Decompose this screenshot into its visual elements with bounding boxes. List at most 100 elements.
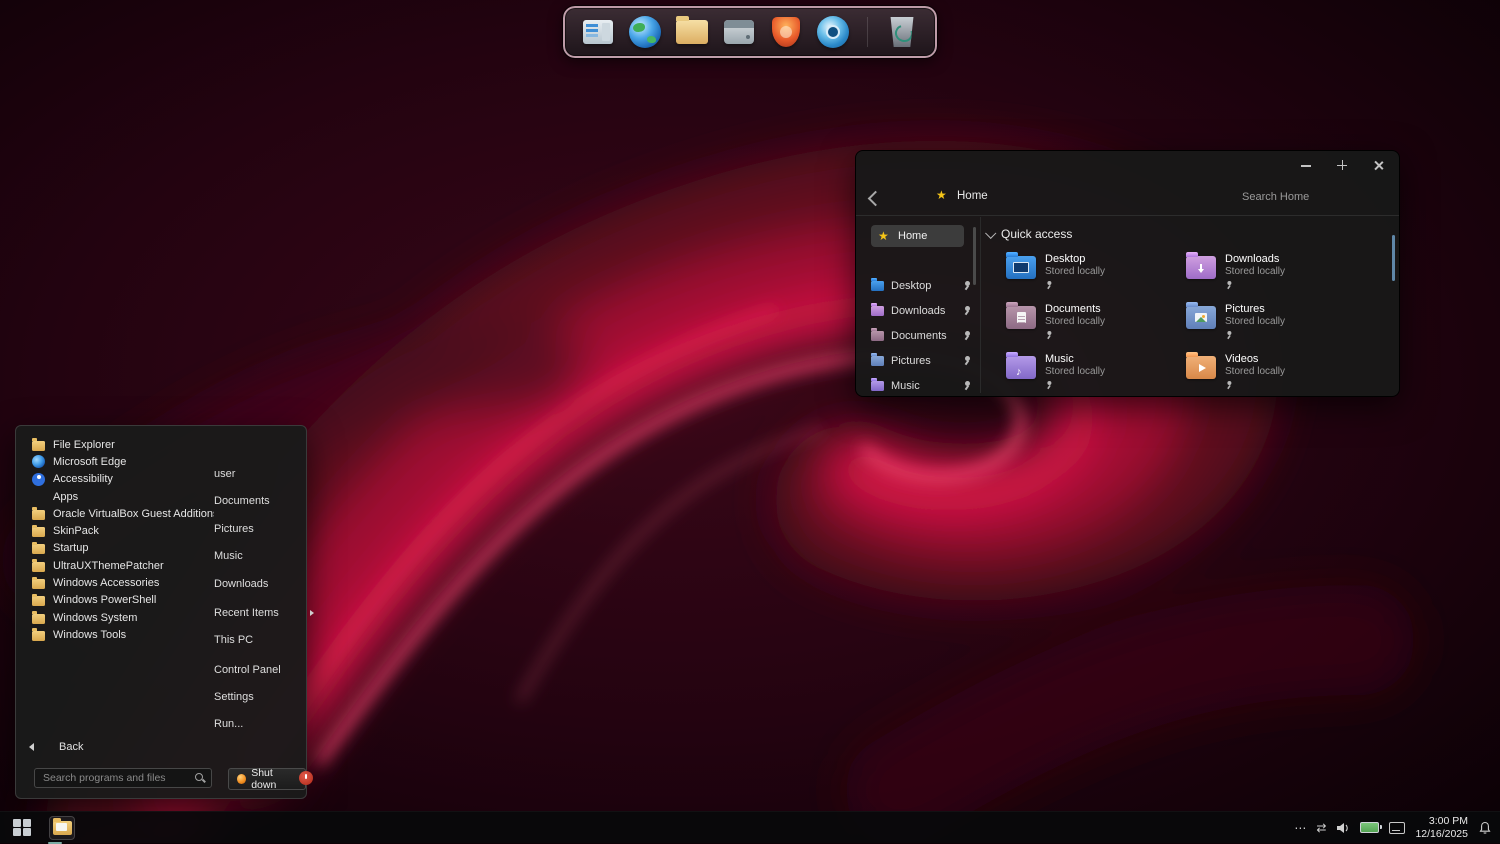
start-menu-item-windows-powershell[interactable]: Windows PowerShell — [32, 592, 214, 609]
content-scrollbar[interactable] — [1392, 235, 1395, 281]
address-location[interactable]: Home — [936, 189, 988, 202]
battery-icon[interactable] — [1360, 822, 1379, 833]
start-menu-item-windows-accessories[interactable]: Windows Accessories — [32, 574, 214, 591]
minimize-button[interactable] — [1299, 158, 1313, 172]
start-menu-item-windows-system[interactable]: Windows System — [32, 609, 214, 626]
start-menu-item-label: Windows Accessories — [53, 577, 159, 589]
quick-access-item-pictures[interactable]: Pictures Stored locally — [1186, 303, 1351, 346]
quick-access-item-music[interactable]: Music Stored locally — [1006, 353, 1171, 396]
sidebar-item-documents[interactable]: Documents — [871, 323, 971, 348]
sidebar-item-downloads[interactable]: Downloads — [871, 298, 971, 323]
quick-access-item-documents[interactable]: Documents Stored locally — [1006, 303, 1171, 346]
settings-icon — [817, 16, 849, 48]
item-subtitle: Stored locally — [1225, 316, 1285, 328]
sidebar-item-label: Documents — [891, 330, 947, 342]
close-button[interactable] — [1371, 158, 1385, 172]
start-menu-item-ultrauxthemepatcher[interactable]: UltraUXThemePatcher — [32, 557, 214, 574]
start-menu-item-recent-items[interactable]: Recent Items — [214, 605, 300, 621]
item-subtitle: Stored locally — [1045, 316, 1105, 328]
dock-security-icon[interactable] — [769, 14, 803, 50]
start-menu-item-user[interactable]: user — [214, 466, 300, 482]
sidebar-item-pictures[interactable]: Pictures — [871, 348, 971, 373]
search-box[interactable]: Search Home — [1242, 191, 1309, 203]
start-menu-back-button[interactable]: Back — [29, 741, 83, 753]
shutdown-label: Shut down — [251, 767, 297, 791]
taskbar-clock[interactable]: 3:00 PM 12/16/2025 — [1415, 815, 1468, 840]
quick-access-item-videos[interactable]: Videos Stored locally — [1186, 353, 1351, 396]
start-menu-item-skinpack[interactable]: SkinPack — [32, 522, 214, 539]
folder-icon — [53, 821, 72, 835]
start-menu-item-file-explorer[interactable]: File Explorer — [32, 436, 214, 453]
start-menu-item-settings[interactable]: Settings — [214, 689, 300, 705]
sidebar-item-music[interactable]: Music — [871, 373, 971, 398]
tray-network-icon[interactable]: ⇄ — [1316, 822, 1326, 834]
pin-icon — [1045, 381, 1052, 389]
dock-settings-icon[interactable] — [816, 14, 850, 50]
start-menu-item-documents[interactable]: Documents — [214, 493, 300, 509]
folder-icon — [1186, 256, 1216, 279]
dock-files-icon[interactable] — [675, 14, 709, 50]
start-menu-item-microsoft-edge[interactable]: Microsoft Edge — [32, 453, 214, 470]
dock-drive-icon[interactable] — [722, 14, 756, 50]
start-menu-item-label: File Explorer — [53, 439, 115, 451]
back-button[interactable] — [866, 189, 884, 207]
search-icon[interactable] — [194, 772, 206, 784]
power-icon[interactable] — [299, 771, 313, 785]
start-menu-item-virtualbox[interactable]: Oracle VirtualBox Guest Additions — [32, 505, 214, 522]
folder-icon — [676, 20, 708, 44]
quick-access-header[interactable]: Quick access — [986, 227, 1072, 241]
start-menu-item-apps[interactable]: Apps — [32, 488, 214, 505]
pin-icon — [1225, 331, 1232, 339]
maximize-button[interactable] — [1335, 158, 1349, 172]
start-menu-item-label: Windows PowerShell — [53, 594, 156, 606]
quick-access-item-desktop[interactable]: Desktop Stored locally — [1006, 253, 1171, 296]
edge-icon — [32, 455, 45, 468]
dock-browser-icon[interactable] — [628, 14, 662, 50]
start-menu-item-label: Microsoft Edge — [53, 456, 126, 468]
start-menu-item-music[interactable]: Music — [214, 548, 300, 564]
dock-recycle-bin-icon[interactable] — [885, 14, 919, 50]
shutdown-orb-icon — [237, 774, 246, 784]
sidebar-item-desktop[interactable]: Desktop — [871, 273, 971, 298]
sidebar-scrollbar[interactable] — [973, 227, 976, 285]
start-button[interactable] — [9, 815, 35, 841]
start-menu-item-label: UltraUXThemePatcher — [53, 560, 164, 572]
item-text: Downloads Stored locally — [1225, 253, 1285, 296]
quick-access-item-downloads[interactable]: Downloads Stored locally — [1186, 253, 1351, 296]
desktop-emblem-icon — [1013, 262, 1029, 273]
item-label: Downloads — [1225, 253, 1285, 266]
start-menu-item-startup[interactable]: Startup — [32, 540, 214, 557]
shutdown-button[interactable]: Shut down — [228, 768, 306, 790]
system-tray: ⋯ ⇄ 3:00 PM 12/16/2025 — [1294, 812, 1492, 843]
back-label: Back — [59, 741, 83, 753]
item-text: Desktop Stored locally — [1045, 253, 1105, 296]
sidebar-item-label: Music — [891, 380, 920, 392]
notification-bell-icon[interactable] — [1478, 821, 1492, 835]
start-menu-item-accessibility[interactable]: Accessibility — [32, 471, 214, 488]
start-menu-item-control-panel[interactable]: Control Panel — [214, 662, 300, 678]
start-menu-item-downloads[interactable]: Downloads — [214, 576, 300, 592]
video-emblem-icon — [1199, 364, 1206, 372]
start-menu-item-label: Windows Tools — [53, 629, 126, 641]
start-menu-item-pictures[interactable]: Pictures — [214, 521, 300, 537]
recycle-bin-icon — [889, 17, 915, 47]
shield-icon — [772, 17, 800, 47]
tray-overflow-icon[interactable]: ⋯ — [1294, 822, 1306, 834]
folder-icon — [1186, 306, 1216, 329]
touch-keyboard-icon[interactable] — [1389, 822, 1405, 834]
start-menu-item-windows-tools[interactable]: Windows Tools — [32, 626, 214, 643]
pin-icon — [1225, 281, 1232, 289]
top-dock — [563, 6, 937, 58]
volume-icon[interactable] — [1336, 822, 1350, 834]
taskbar-file-explorer-button[interactable] — [49, 816, 75, 840]
dock-display-icon[interactable] — [581, 14, 615, 50]
folder-icon — [1006, 256, 1036, 279]
search-input[interactable] — [34, 768, 212, 788]
start-menu-item-this-pc[interactable]: This PC — [214, 632, 300, 648]
sidebar-item-home[interactable]: Home — [871, 225, 964, 247]
picture-emblem-icon — [1195, 313, 1207, 322]
start-menu-item-run[interactable]: Run... — [214, 716, 300, 732]
taskbar: ⋯ ⇄ 3:00 PM 12/16/2025 — [0, 811, 1500, 843]
folder-icon — [871, 356, 884, 366]
folder-icon — [32, 544, 45, 554]
